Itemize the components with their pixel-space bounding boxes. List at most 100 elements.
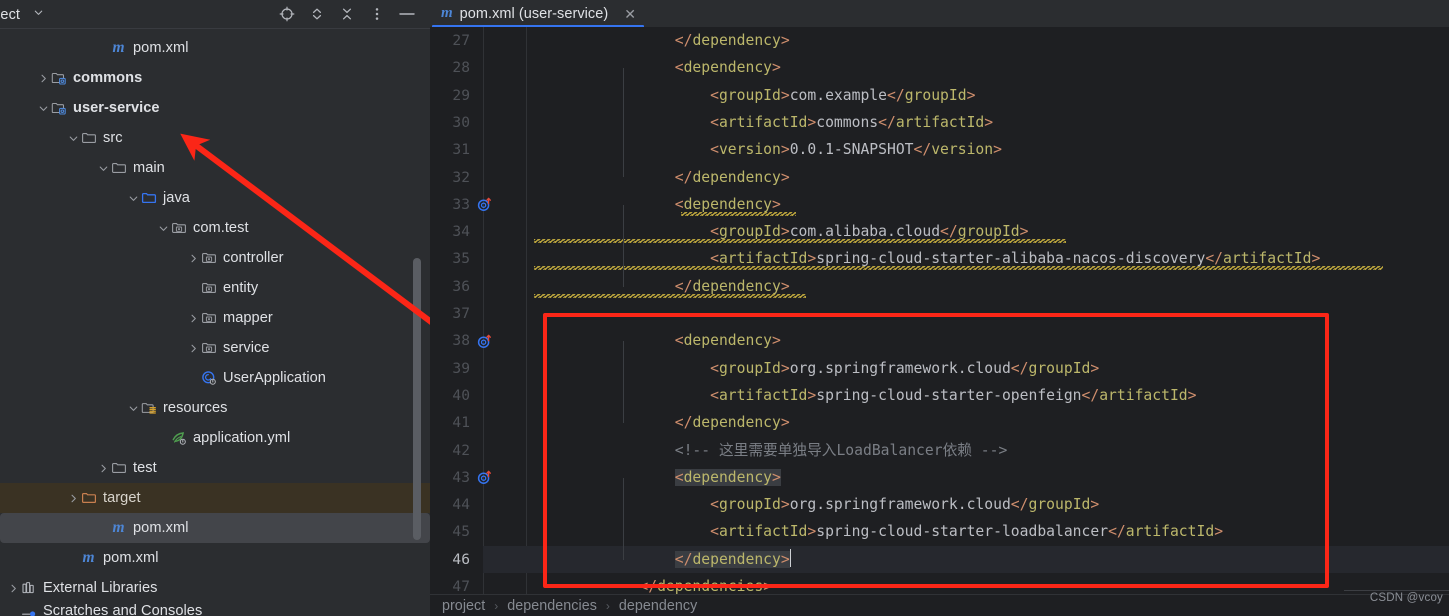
tree-item-java[interactable]: java	[0, 183, 430, 213]
code-line-37[interactable]: 37	[430, 300, 1449, 327]
tree-item-pom-xml[interactable]: m pom.xml	[0, 33, 430, 63]
code-line-39[interactable]: 39 <groupId>org.springframework.cloud</g…	[430, 355, 1449, 382]
code-line-43[interactable]: 43 <dependency>	[430, 464, 1449, 491]
chevron-down-icon[interactable]	[156, 213, 170, 243]
expand-all-icon[interactable]	[302, 0, 332, 28]
code-line-34[interactable]: 34 <groupId>com.alibaba.cloud</groupId>	[430, 218, 1449, 245]
tree-item-userapplication[interactable]: UserApplication	[0, 363, 430, 393]
dependency-gutter-icon[interactable]	[476, 464, 494, 491]
code-text: <groupId>org.springframework.cloud</grou…	[710, 496, 1100, 514]
line-number: 31	[452, 141, 470, 159]
folder-icon	[80, 123, 97, 153]
code-line-29[interactable]: 29 <groupId>com.example</groupId>	[430, 82, 1449, 109]
chevron-down-icon[interactable]	[126, 393, 140, 423]
breadcrumb-item-dependency[interactable]: dependency	[619, 598, 697, 614]
tree-item-pom-xml[interactable]: m pom.xml	[0, 513, 430, 543]
code-line-42[interactable]: 42 <!-- 这里需要单独导入LoadBalancer依赖 -->	[430, 437, 1449, 464]
code-line-30[interactable]: 30 <artifactId>commons</artifactId>	[430, 109, 1449, 136]
code-line-31[interactable]: 31 <version>0.0.1-SNAPSHOT</version>	[430, 136, 1449, 163]
tree-item-commons[interactable]: commons	[0, 63, 430, 93]
tree-item-label: main	[133, 160, 165, 176]
code-text: <artifactId>commons</artifactId>	[710, 113, 994, 131]
line-number: 37	[452, 305, 470, 322]
locate-icon[interactable]	[272, 0, 302, 28]
minimize-icon[interactable]	[392, 0, 422, 28]
project-panel-title-text: roject	[0, 6, 21, 23]
code-line-38[interactable]: 38 <dependency>	[430, 327, 1449, 354]
tree-item-application-yml[interactable]: application.yml	[0, 423, 430, 453]
tree-item-pom-xml[interactable]: m pom.xml	[0, 543, 430, 573]
chevron-right-icon[interactable]	[36, 63, 50, 93]
code-line-41[interactable]: 41 </dependency>	[430, 409, 1449, 436]
code-text: </dependency>	[674, 168, 790, 186]
tree-item-target[interactable]: target	[0, 483, 430, 513]
code-text: <dependency>	[674, 468, 781, 486]
breadcrumb[interactable]: project › dependencies › dependency	[430, 595, 1449, 616]
breadcrumb-item-dependencies[interactable]: dependencies	[507, 598, 597, 614]
code-line-44[interactable]: 44 <groupId>org.springframework.cloud</g…	[430, 491, 1449, 518]
chevron-right-icon[interactable]	[66, 483, 80, 513]
indent-guide	[623, 68, 624, 178]
tree-item-controller[interactable]: controller	[0, 243, 430, 273]
warning-squiggle	[680, 211, 797, 216]
tree-item-src[interactable]: src	[0, 123, 430, 153]
project-tree-scrollbar[interactable]	[413, 258, 421, 540]
package-icon	[200, 243, 217, 273]
chevron-right-icon[interactable]	[186, 333, 200, 363]
code-line-45[interactable]: 45 <artifactId>spring-cloud-starter-load…	[430, 518, 1449, 545]
code-line-27[interactable]: 27 </dependency>	[430, 27, 1449, 54]
editor-code-viewport[interactable]: 27 </dependency> 28 <dependency> 29 <group…	[430, 27, 1449, 595]
chevron-down-icon[interactable]	[96, 153, 110, 183]
code-line-28[interactable]: 28 <dependency>	[430, 54, 1449, 81]
maven-m-icon: m	[112, 519, 125, 537]
tree-item-external-libraries[interactable]: External Libraries	[0, 573, 430, 603]
chevron-right-icon[interactable]	[6, 573, 20, 603]
project-panel-title[interactable]: roject	[0, 6, 44, 23]
project-tree[interactable]: m pom.xml commons user-service src main java co…	[0, 29, 430, 616]
chevron-down-icon[interactable]	[66, 123, 80, 153]
tree-item-service[interactable]: service	[0, 333, 430, 363]
line-number: 27	[452, 32, 470, 49]
warning-squiggle	[534, 266, 1384, 271]
chevron-down-icon[interactable]	[33, 6, 44, 22]
line-number: 44	[452, 496, 470, 514]
tree-item-label: resources	[163, 400, 228, 416]
line-number: 30	[452, 113, 470, 131]
tree-item-label: External Libraries	[43, 580, 158, 596]
code-line-33[interactable]: 33 <dependency>	[430, 191, 1449, 218]
chevron-right-icon[interactable]	[96, 453, 110, 483]
code-line-32[interactable]: 32 </dependency>	[430, 164, 1449, 191]
chevron-down-icon[interactable]	[36, 93, 50, 123]
tree-item-user-service[interactable]: user-service	[0, 93, 430, 123]
line-number: 36	[452, 277, 470, 295]
more-options-icon[interactable]	[362, 0, 392, 28]
code-line-40[interactable]: 40 <artifactId>spring-cloud-starter-open…	[430, 382, 1449, 409]
tree-item-main[interactable]: main	[0, 153, 430, 183]
dependency-gutter-icon[interactable]	[476, 327, 494, 354]
code-line-35[interactable]: 35 <artifactId>spring-cloud-starter-alib…	[430, 245, 1449, 272]
breadcrumb-item-project[interactable]: project	[442, 598, 485, 614]
code-line-46[interactable]: 46 </dependency>	[430, 545, 1449, 573]
tree-item-com-test[interactable]: com.test	[0, 213, 430, 243]
tree-arrow-placeholder	[66, 543, 80, 573]
chevron-right-icon[interactable]	[186, 243, 200, 273]
tree-item-entity[interactable]: entity	[0, 273, 430, 303]
dependency-gutter-icon[interactable]	[476, 191, 494, 218]
tree-item-mapper[interactable]: mapper	[0, 303, 430, 333]
close-icon[interactable]: ✕	[624, 7, 636, 21]
tree-item-scratches-and-consoles[interactable]: Scratches and Consoles	[0, 603, 430, 616]
source-folder-icon	[140, 183, 157, 213]
indent-guide	[623, 204, 624, 287]
line-number: 45	[452, 523, 470, 541]
tree-item-label: pom.xml	[133, 40, 189, 56]
collapse-all-icon[interactable]	[332, 0, 362, 28]
code-line-36[interactable]: 36 </dependency>	[430, 273, 1449, 300]
library-icon	[20, 573, 37, 603]
tree-item-test[interactable]: test	[0, 453, 430, 483]
chevron-down-icon[interactable]	[126, 183, 140, 213]
editor-tab-pom-xml[interactable]: m pom.xml (user-service) ✕	[430, 0, 646, 27]
indent-guide	[623, 477, 624, 560]
tree-item-resources[interactable]: resources	[0, 393, 430, 423]
tree-item-label: pom.xml	[103, 550, 159, 566]
chevron-right-icon[interactable]	[186, 303, 200, 333]
